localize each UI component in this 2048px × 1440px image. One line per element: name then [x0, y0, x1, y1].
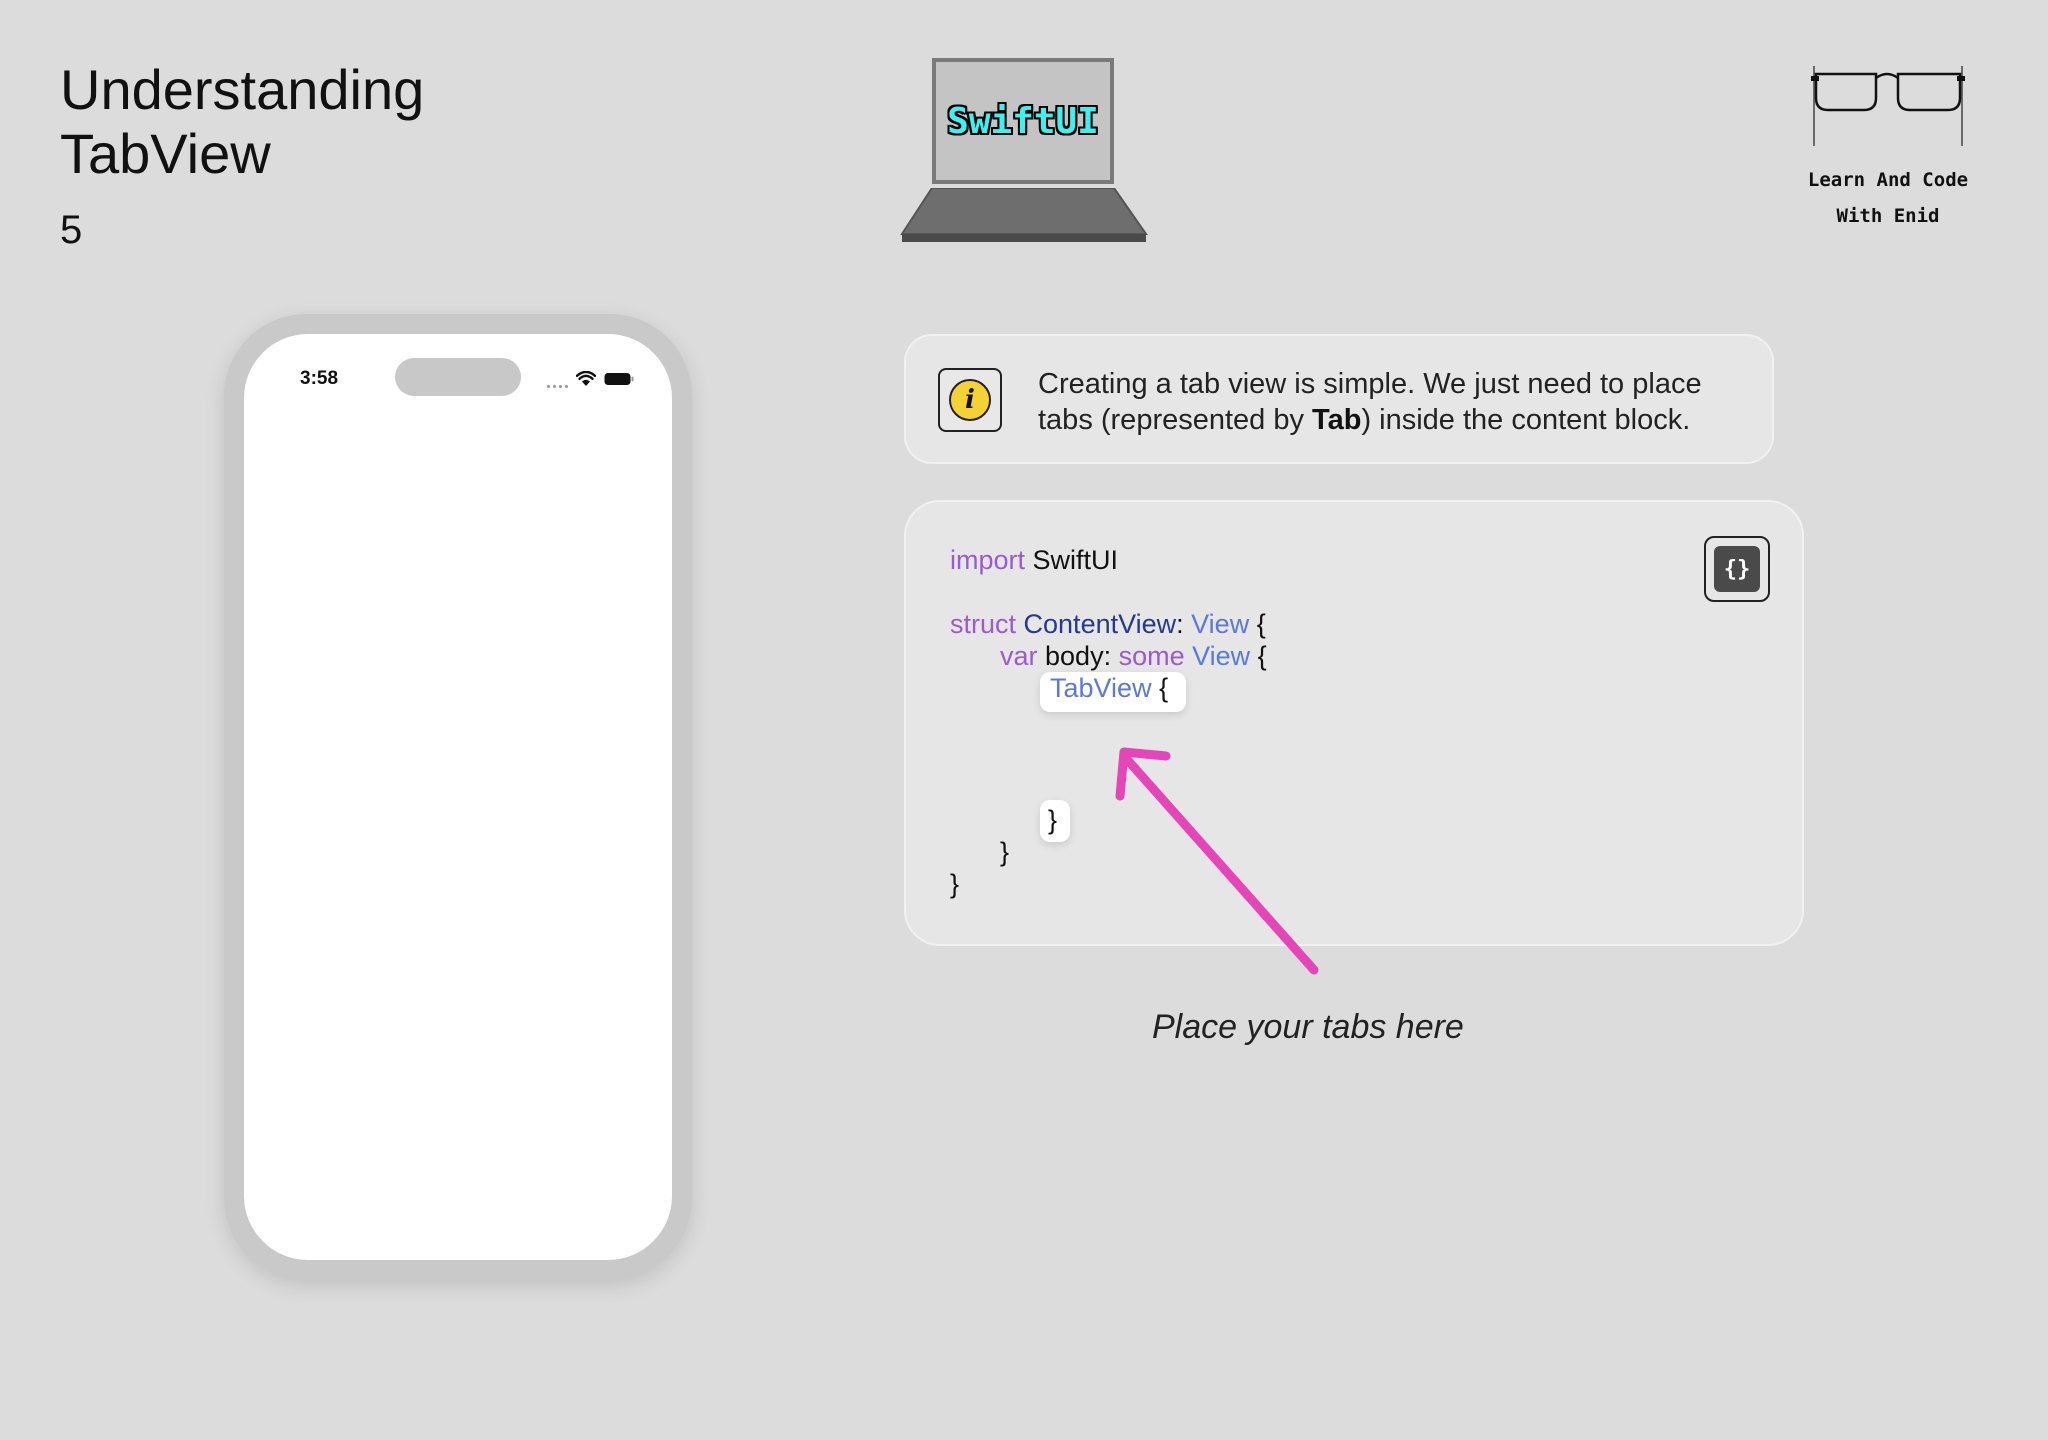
glasses-icon — [1811, 66, 1965, 146]
annotation-caption: Place your tabs here — [1152, 1008, 1464, 1046]
keyword-some: some — [1118, 641, 1185, 671]
keyword-struct: struct — [950, 609, 1017, 639]
struct-colon: : — [1176, 609, 1192, 639]
struct-brace: { — [1249, 609, 1266, 639]
braces-icon: {} — [1714, 546, 1760, 592]
laptop-icon — [900, 188, 1148, 242]
code-line-struct: struct ContentView: View { — [950, 608, 1266, 640]
status-icons — [547, 370, 634, 388]
code-line-close-body: } — [1000, 836, 1009, 868]
page-number: 5 — [60, 208, 83, 252]
code-line-tabview: TabView { — [1050, 672, 1168, 704]
page-title-line-1: Understanding — [60, 58, 425, 121]
status-time: 3:58 — [300, 368, 339, 389]
body-type: View — [1184, 641, 1251, 671]
struct-name: ContentView — [1023, 609, 1177, 639]
code-line-import: import SwiftUI — [950, 544, 1118, 576]
brand-text: Learn And Code With Enid — [1807, 169, 1969, 227]
page-title-line-2: TabView — [60, 122, 271, 185]
struct-type: View — [1191, 609, 1250, 639]
page-title: Understanding TabView — [60, 58, 424, 186]
code-line-close-tabview: } — [1048, 804, 1057, 836]
info-text-part-2: ) inside the content block. — [1361, 404, 1691, 436]
body-brace: { — [1250, 641, 1267, 671]
laptop-screen: SwiftUI — [932, 58, 1114, 184]
info-callout: i Creating a tab view is simple. We just… — [904, 334, 1774, 464]
brand-logo: Learn And Code With Enid — [1790, 64, 1986, 234]
close-struct-brace: } — [950, 869, 960, 899]
code-view-button[interactable]: {} — [1704, 536, 1770, 602]
close-body-brace: } — [1000, 837, 1010, 867]
dynamic-island — [395, 358, 521, 396]
swiftui-logo: SwiftUI — [900, 58, 1148, 248]
wifi-icon — [576, 371, 596, 386]
module-name: SwiftUI — [1025, 545, 1119, 575]
keyword-import: import — [950, 545, 1026, 575]
code-line-body: var body: some View { — [1000, 640, 1267, 672]
info-icon-frame: i — [938, 368, 1002, 432]
swiftui-logo-text: SwiftUI — [947, 100, 1099, 142]
close-tabview-brace: } — [1048, 805, 1058, 835]
keyword-var: var — [1000, 641, 1038, 671]
phone-mockup: 3:58 — [224, 314, 692, 1280]
info-text: Creating a tab view is simple. We just n… — [1038, 366, 1758, 438]
pointer-arrow-icon — [1115, 747, 1319, 975]
code-block: {} import SwiftUI struct ContentView: Vi… — [904, 500, 1804, 946]
signal-icon — [547, 378, 568, 388]
battery-icon — [604, 373, 634, 385]
tabview-type: TabView — [1050, 673, 1152, 703]
info-icon: i — [949, 379, 991, 421]
code-line-close-struct: } — [950, 868, 959, 900]
info-text-bold: Tab — [1312, 404, 1362, 436]
body-name: body: — [1037, 641, 1119, 671]
tabview-brace: { — [1151, 673, 1169, 703]
phone-screen: 3:58 — [244, 334, 672, 1260]
